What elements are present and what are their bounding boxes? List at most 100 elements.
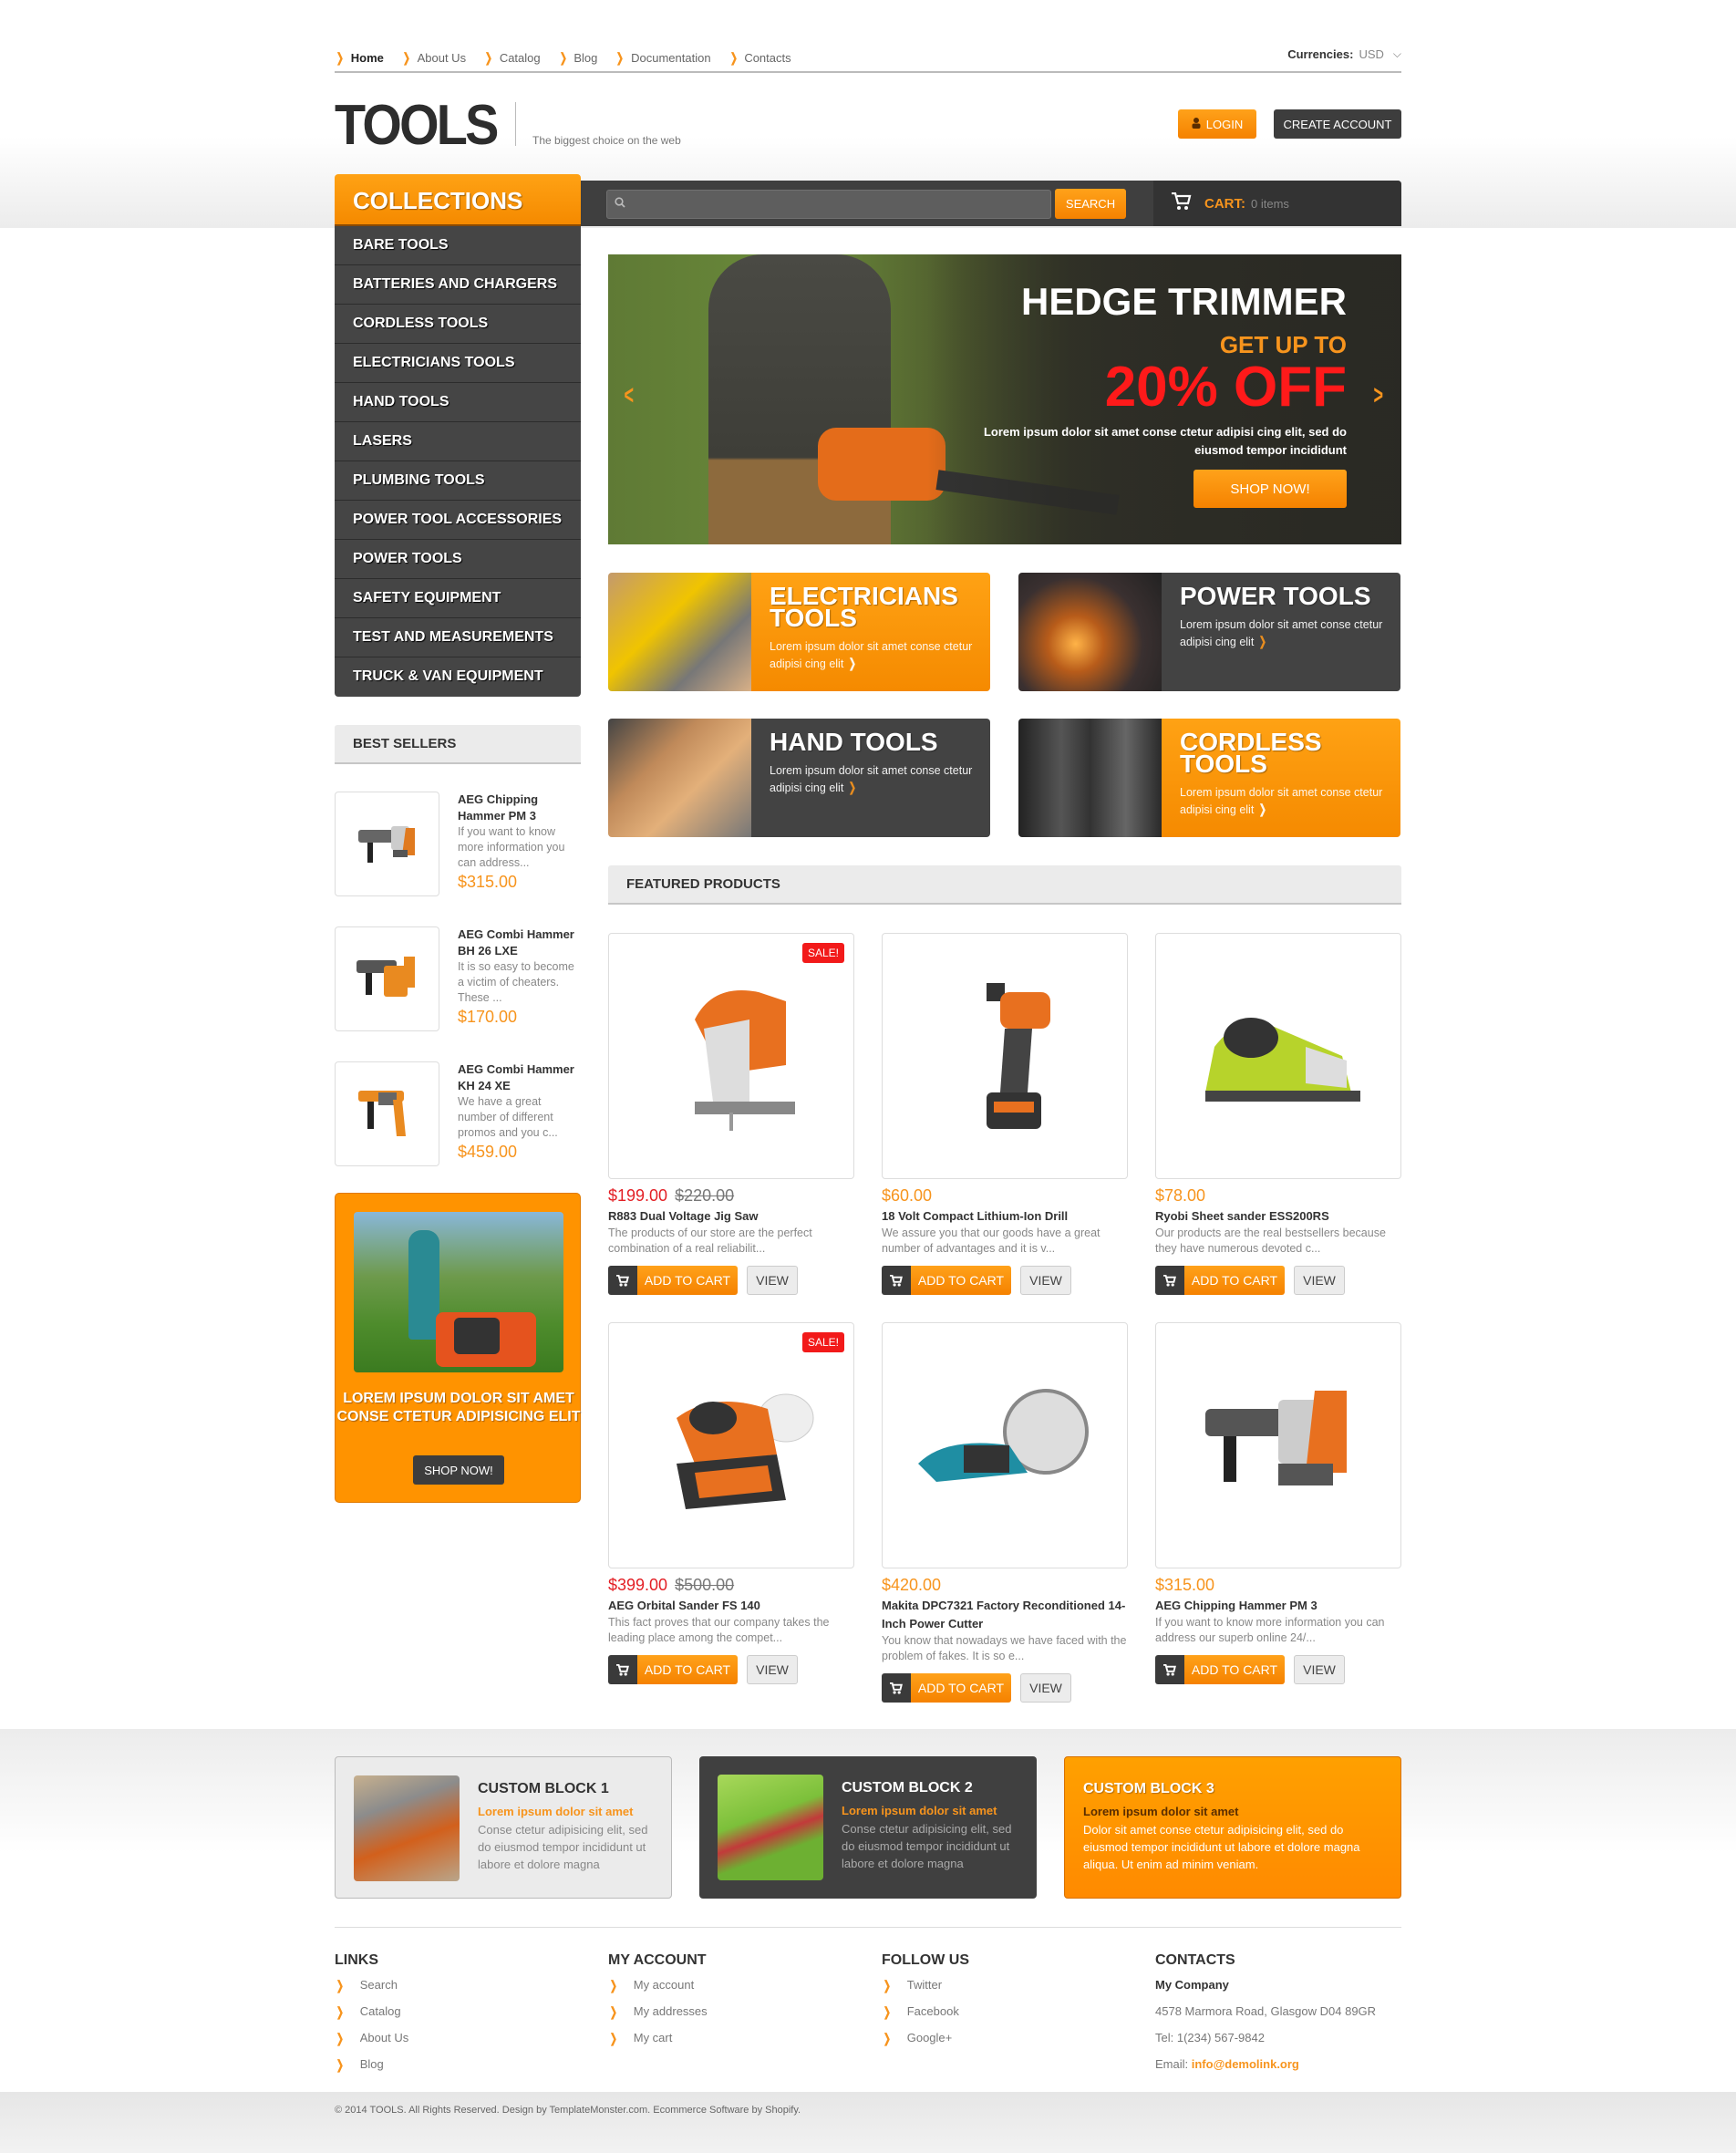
view-button[interactable]: VIEW xyxy=(1020,1266,1071,1295)
promo-banner: LOREM IPSUM DOLOR SIT AMET CONSE CTETUR … xyxy=(335,1193,581,1503)
best-seller-item[interactable]: AEG Chipping Hammer PM 3 If you want to … xyxy=(335,792,581,899)
chevron-right-icon: ❯ xyxy=(616,49,625,65)
chevron-right-icon: ❯ xyxy=(729,49,738,65)
search-input[interactable] xyxy=(606,190,1051,219)
best-seller-item[interactable]: AEG Combi Hammer KH 24 XE We have a grea… xyxy=(335,1061,581,1169)
custom-block-1[interactable]: CUSTOM BLOCK 1 Lorem ipsum dolor sit ame… xyxy=(335,1756,672,1899)
collection-item[interactable]: POWER TOOL ACCESSORIES xyxy=(335,501,581,540)
product-description: We assure you that our goods have a grea… xyxy=(882,1227,1100,1255)
product-image[interactable] xyxy=(882,1322,1128,1568)
nav-contacts[interactable]: ❯ Contacts xyxy=(728,49,790,66)
product-image[interactable]: SALE! xyxy=(608,1322,854,1568)
chevron-left-icon[interactable]: < xyxy=(625,380,635,411)
footer-link[interactable]: ❯ About Us xyxy=(335,2031,590,2057)
add-to-cart-button[interactable]: ADD TO CART xyxy=(882,1266,1011,1295)
add-to-cart-button[interactable]: ADD TO CART xyxy=(1155,1266,1285,1295)
nav-catalog[interactable]: ❯ Catalog xyxy=(483,50,541,66)
footer-link-google-plus[interactable]: ❯ Google+ xyxy=(882,2031,1137,2057)
product-description: You know that nowadays we have faced wit… xyxy=(882,1634,1127,1662)
view-button[interactable]: VIEW xyxy=(1294,1266,1345,1295)
product-thumbnail[interactable] xyxy=(335,1061,439,1166)
nav-about-us[interactable]: ❯ About Us xyxy=(401,50,466,66)
category-image xyxy=(608,573,751,691)
view-button[interactable]: VIEW xyxy=(1020,1673,1071,1703)
footer-link-twitter[interactable]: ❯ Twitter xyxy=(882,1978,1137,2004)
collection-item[interactable]: SAFETY EQUIPMENT xyxy=(335,579,581,618)
best-seller-item[interactable]: AEG Combi Hammer BH 26 LXE It is so easy… xyxy=(335,926,581,1034)
collection-item[interactable]: ELECTRICIANS TOOLS xyxy=(335,344,581,383)
add-to-cart-button[interactable]: ADD TO CART xyxy=(608,1655,738,1684)
view-button[interactable]: VIEW xyxy=(1294,1655,1345,1684)
footer-link[interactable]: ❯ Search xyxy=(335,1978,590,2004)
product-image[interactable]: SALE! xyxy=(608,933,854,1179)
add-to-cart-button[interactable]: ADD TO CART xyxy=(882,1673,1011,1703)
logo[interactable]: TOOLS xyxy=(335,93,499,158)
create-account-button[interactable]: CREATE ACCOUNT xyxy=(1274,109,1401,139)
chevron-right-icon: ❯ xyxy=(484,49,493,65)
search-button[interactable]: SEARCH xyxy=(1055,189,1126,219)
copyright-bar xyxy=(0,2092,1736,2153)
footer-link[interactable]: ❯ My addresses xyxy=(608,2004,863,2031)
best-sellers: BEST SELLERS AEG Chipping Hammer PM 3 If… xyxy=(335,725,581,1169)
custom-block-3[interactable]: CUSTOM BLOCK 3 Lorem ipsum dolor sit ame… xyxy=(1064,1756,1401,1899)
product-description: If you want to know more information you… xyxy=(1155,1616,1385,1644)
collection-item[interactable]: HAND TOOLS xyxy=(335,383,581,422)
product-image[interactable] xyxy=(1155,933,1401,1179)
category-banner-hand-tools[interactable]: HAND TOOLS Lorem ipsum dolor sit amet co… xyxy=(608,719,990,837)
footer-my-account: MY ACCOUNT ❯ My account ❯ My addresses ❯ My… xyxy=(608,1952,863,2057)
nav-documentation[interactable]: ❯ Documentation xyxy=(615,50,710,66)
product-description: The products of our store are the perfec… xyxy=(608,1227,812,1255)
collection-item[interactable]: TEST AND MEASUREMENTS xyxy=(335,618,581,657)
view-button[interactable]: VIEW xyxy=(747,1266,798,1295)
collection-item[interactable]: LASERS xyxy=(335,422,581,461)
product-name[interactable]: Ryobi Sheet sander ESS200RS xyxy=(1155,1207,1401,1226)
footer-link[interactable]: ❯ My cart xyxy=(608,2031,863,2057)
email-link[interactable]: info@demolink.org xyxy=(1192,2057,1299,2071)
view-button[interactable]: VIEW xyxy=(747,1655,798,1684)
collection-item[interactable]: POWER TOOLS xyxy=(335,540,581,579)
product-thumbnail[interactable] xyxy=(335,926,439,1031)
product-name[interactable]: AEG Chipping Hammer PM 3 xyxy=(1155,1597,1401,1615)
product-price: $315.00 xyxy=(1155,1576,1215,1594)
add-to-cart-button[interactable]: ADD TO CART xyxy=(1155,1655,1285,1684)
footer-link-facebook[interactable]: ❯ Facebook xyxy=(882,2004,1137,2031)
top-navigation: ❯ Home ❯ About Us ❯ Catalog ❯ Blog ❯ Document… xyxy=(335,44,1401,73)
product-name[interactable]: AEG Orbital Sander FS 140 xyxy=(608,1597,854,1615)
product-name[interactable]: R883 Dual Voltage Jig Saw xyxy=(608,1207,854,1226)
footer-link[interactable]: ❯ Blog xyxy=(335,2057,590,2084)
collection-item[interactable]: PLUMBING TOOLS xyxy=(335,461,581,501)
category-banner-electricians-tools[interactable]: ELECTRICIANS TOOLS Lorem ipsum dolor sit… xyxy=(608,573,990,691)
product-image[interactable] xyxy=(882,933,1128,1179)
login-button[interactable]: LOGIN xyxy=(1178,109,1256,139)
chevron-right-icon: ❯ xyxy=(883,2004,891,2019)
custom-block-image xyxy=(354,1775,460,1881)
custom-block-2[interactable]: CUSTOM BLOCK 2 Lorem ipsum dolor sit ame… xyxy=(699,1756,1037,1899)
product-thumbnail[interactable] xyxy=(335,792,439,896)
promo-shop-now-button[interactable]: SHOP NOW! xyxy=(413,1455,504,1485)
chevron-right-icon: ❯ xyxy=(336,2057,344,2072)
product-description: Our products are the real bestsellers be… xyxy=(1155,1227,1386,1255)
category-banner-cordless-tools[interactable]: CORDLESS TOOLS Lorem ipsum dolor sit ame… xyxy=(1018,719,1400,837)
footer-link[interactable]: ❯ Catalog xyxy=(335,2004,590,2031)
category-banner-power-tools[interactable]: POWER TOOLS Lorem ipsum dolor sit amet c… xyxy=(1018,573,1400,691)
cart-icon xyxy=(1172,191,1192,215)
slide-shop-now-button[interactable]: SHOP NOW! xyxy=(1194,470,1347,508)
product-name[interactable]: 18 Volt Compact Lithium-Ion Drill xyxy=(882,1207,1128,1226)
collection-item[interactable]: CORDLESS TOOLS xyxy=(335,305,581,344)
currency-selector[interactable]: Currencies: USD ⌵ xyxy=(1287,47,1401,61)
slide-title: HEDGE TRIMMER xyxy=(1021,280,1347,323)
cart-count: 0 items xyxy=(1251,196,1289,211)
chevron-right-icon[interactable]: > xyxy=(1374,380,1384,411)
collection-item[interactable]: BARE TOOLS xyxy=(335,226,581,265)
footer-link[interactable]: ❯ My account xyxy=(608,1978,863,2004)
collection-item[interactable]: TRUCK & VAN EQUIPMENT xyxy=(335,657,581,697)
nav-home[interactable]: ❯ Home xyxy=(335,50,384,66)
cart-summary[interactable]: CART: 0 items xyxy=(1153,181,1401,226)
product-name[interactable]: Makita DPC7321 Factory Reconditioned 14-… xyxy=(882,1597,1128,1633)
collection-item[interactable]: BATTERIES AND CHARGERS xyxy=(335,265,581,305)
search-icon xyxy=(615,196,625,211)
product-image[interactable] xyxy=(1155,1322,1401,1568)
add-to-cart-button[interactable]: ADD TO CART xyxy=(608,1266,738,1295)
nav-blog[interactable]: ❯ Blog xyxy=(558,50,597,66)
cart-icon xyxy=(882,1673,911,1703)
